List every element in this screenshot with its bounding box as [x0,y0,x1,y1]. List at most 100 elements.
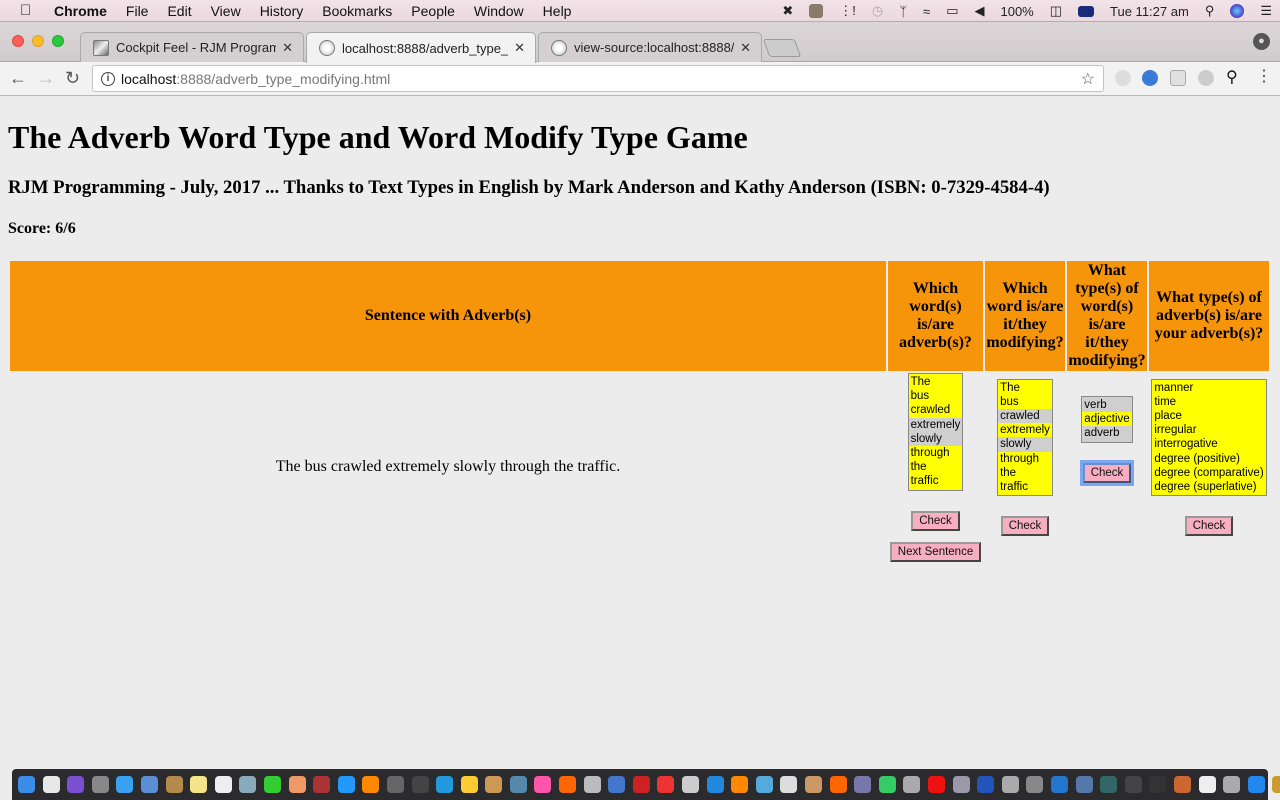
battery-icon[interactable]: ◫ [1050,3,1062,19]
avast-extension-icon[interactable] [1115,70,1131,86]
adverb-words-select[interactable]: The bus crawled extremely slowly through the tr… [907,373,964,491]
tab-view-source[interactable]: view-source:localhost:8888/a ✕ [538,32,762,62]
menu-file[interactable]: File [126,3,149,19]
dock-app-icon[interactable] [805,776,822,793]
dock-app-icon[interactable] [263,776,281,793]
dock-app-icon[interactable] [91,776,109,793]
modified-word-option[interactable]: bus [998,395,1052,409]
wifi-icon[interactable]: ≈ [923,4,930,19]
dock-app-icon[interactable] [903,776,921,793]
dock-app-icon[interactable] [1272,776,1280,793]
close-window-button[interactable] [12,35,24,47]
menu-window[interactable]: Window [474,3,524,19]
word-type-option[interactable]: adverb [1082,426,1131,440]
next-sentence-button[interactable]: Next Sentence [889,541,982,562]
dock-app-icon[interactable] [854,776,872,793]
site-info-icon[interactable]: i [101,71,115,86]
chrome-menu-icon[interactable]: ⋮ [1256,66,1272,86]
menu-help[interactable]: Help [543,3,572,19]
cube-extension-icon[interactable] [1170,70,1186,86]
password-extension-icon[interactable] [1198,70,1214,86]
dock-app-icon[interactable] [534,776,552,793]
dock-app-icon[interactable] [657,776,675,793]
check-word-types-button[interactable]: Check [1082,462,1132,483]
word-type-option[interactable]: verb [1082,398,1131,412]
adverb-type-option[interactable]: manner [1152,381,1265,395]
back-arrow-icon[interactable]: ← [9,68,27,89]
word-types-select[interactable]: verb adjective adverb [1081,396,1133,443]
dock-app-icon[interactable] [436,776,454,793]
minimize-window-button[interactable] [32,35,44,47]
adverb-type-option[interactable]: interrogative [1152,437,1265,451]
adverb-word-option[interactable]: extremely [908,417,963,432]
avast-icon[interactable]: ✖ [782,3,793,19]
siri-icon[interactable] [1230,4,1245,18]
check-modified-button[interactable]: Check [1000,516,1050,537]
adverb-type-option[interactable]: degree (superlative) [1152,480,1265,494]
dock-app-icon[interactable] [411,776,429,793]
dock-app-icon[interactable] [337,776,355,793]
flag-icon[interactable] [1078,5,1095,17]
dock-app-icon[interactable] [1026,776,1044,793]
dock-app-icon[interactable] [485,776,503,793]
adverb-word-option[interactable]: crawled [909,403,963,417]
dock-app-icon[interactable] [313,776,331,793]
dock-app-icon[interactable] [731,776,749,793]
dock-app-icon[interactable] [42,776,60,793]
bookmark-star-icon[interactable]: ☆ [1081,69,1095,89]
audio-app-icon[interactable] [809,4,824,18]
menu-edit[interactable]: Edit [167,3,191,19]
dock-app-icon[interactable] [1075,776,1093,793]
modified-word-option[interactable]: traffic [998,480,1052,494]
menu-bookmarks[interactable]: Bookmarks [322,3,392,19]
dock-app-icon[interactable] [608,776,626,793]
dock-app-icon[interactable] [67,776,85,793]
modified-word-option[interactable]: crawled [998,408,1052,424]
dock-app-icon[interactable] [1198,776,1216,793]
tab-close-icon[interactable]: ✕ [282,40,293,56]
modified-word-option[interactable]: extremely [998,423,1052,437]
tab-adverb-game[interactable]: localhost:8888/adverb_type_m ✕ [306,32,536,63]
modified-word-option[interactable]: The [998,381,1052,395]
tab-cockpit-feel[interactable]: Cockpit Feel - RJM Programmi ✕ [80,32,304,62]
dock-app-icon[interactable] [509,776,527,793]
menu-people[interactable]: People [411,3,455,19]
volume-icon[interactable]: ◀ [974,3,984,19]
modified-words-select[interactable]: The bus crawled extremely slowly through the tr… [997,378,1053,497]
dock-app-icon[interactable] [977,776,995,793]
reload-icon[interactable]: ↻ [65,68,80,89]
adverb-type-option[interactable]: degree (positive) [1152,452,1265,466]
adverb-type-option[interactable]: irregular [1152,423,1265,437]
modified-word-option[interactable]: the [998,466,1052,480]
dock-app-icon[interactable] [165,776,183,793]
dock-app-icon[interactable] [362,776,380,793]
dock-app-icon[interactable] [116,776,134,793]
dock-app-icon[interactable] [140,776,158,793]
dock-app-icon[interactable] [1223,776,1241,793]
modified-word-option[interactable]: slowly [998,437,1052,452]
adverb-word-option[interactable]: through [909,446,963,460]
dock-app-icon[interactable] [460,776,478,793]
adverb-word-option[interactable]: The [909,375,963,389]
dock-app-icon[interactable] [1173,776,1191,793]
adverb-word-option[interactable]: slowly [908,431,963,447]
dock-app-icon[interactable] [559,776,577,793]
dock-app-icon[interactable] [632,776,650,793]
annotate-extension-icon[interactable] [1142,70,1158,86]
dock-app-icon[interactable] [386,776,404,793]
adverb-types-select[interactable]: manner time place irregular interrogative deg… [1151,378,1267,497]
dock-app-icon[interactable] [583,776,601,793]
dock-app-icon[interactable] [190,776,208,793]
address-bar[interactable]: i localhost :8888/adverb_type_modifying.… [92,65,1104,92]
new-tab-button[interactable] [762,39,802,57]
word-type-option[interactable]: adjective [1082,412,1132,427]
forward-arrow-icon[interactable]: → [37,68,55,89]
dock-app-icon[interactable] [780,776,798,793]
adverb-type-option[interactable]: time [1152,395,1265,409]
menu-app-chrome[interactable]: Chrome [54,3,107,19]
dock-app-icon[interactable] [682,776,700,793]
check-adverb-types-button[interactable]: Check [1184,516,1234,537]
dock-app-icon[interactable] [1050,776,1068,793]
tab-close-icon[interactable]: ✕ [740,40,751,56]
zoom-window-button[interactable] [52,35,64,47]
